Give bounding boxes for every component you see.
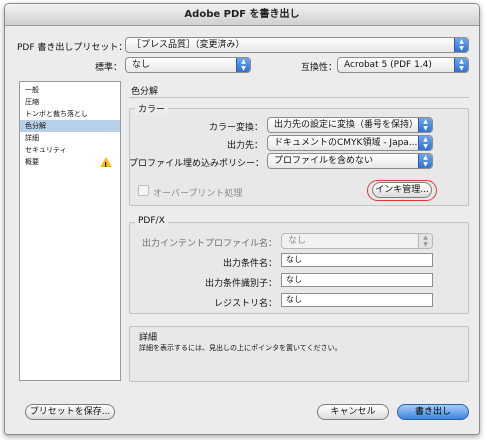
sidebar-item-label: セキュリティ <box>25 146 67 154</box>
output-intent-select[interactable]: なし ▲ ▼ <box>281 233 433 249</box>
export-button[interactable]: 書き出し <box>397 404 469 420</box>
details-group <box>129 326 469 382</box>
sidebar-item-compression[interactable]: 圧縮 <box>20 96 120 108</box>
sidebar-item-label: 色分解 <box>25 122 46 130</box>
sidebar-item-summary[interactable]: 概要 ! <box>20 156 120 169</box>
color-group-title: カラー <box>135 102 169 115</box>
standard-value: なし <box>132 60 151 70</box>
sidebar-item-label: 一般 <box>25 86 39 94</box>
profile-policy-label: プロファイル埋め込みポリシー： <box>129 159 265 169</box>
color-conversion-select[interactable]: 出力先の設定に変換（番号を保持） ▲ ▼ <box>267 117 433 133</box>
destination-select[interactable]: ドキュメントのCMYK領域 - Japa... ▲ ▼ <box>267 135 433 151</box>
popup-arrows-icon: ▲ ▼ <box>454 38 468 52</box>
sidebar-item-marks-bleeds[interactable]: トンボと裁ち落とし <box>20 108 120 120</box>
sidebar-item-output[interactable]: 色分解 <box>20 120 120 132</box>
output-intent-label: 出力インテントプロファイル名： <box>141 239 277 249</box>
sidebar-item-general[interactable]: 一般 <box>20 84 120 96</box>
panel-heading: 色分解 <box>131 87 159 97</box>
overprint-label: オーバープリント処理 <box>153 189 243 199</box>
popup-arrows-icon: ▲ ▼ <box>418 154 432 168</box>
preset-label: PDF 書き出しプリセット： <box>17 43 128 53</box>
details-text: 詳細を表示するには、見出しの上にポインタを置いてください。 <box>139 344 342 352</box>
destination-label: 出力先： <box>226 141 263 151</box>
compatibility-select[interactable]: Acrobat 5 (PDF 1.4) ▲ ▼ <box>337 57 469 73</box>
standard-label: 標準： <box>95 63 123 73</box>
compatibility-value: Acrobat 5 (PDF 1.4) <box>344 60 432 70</box>
registry-label: レジストリ名： <box>213 299 277 309</box>
cancel-button[interactable]: キャンセル <box>317 404 389 420</box>
details-title: 詳細 <box>139 333 158 343</box>
preset-select[interactable]: ［プレス品質］（変更済み） ▲ ▼ <box>125 37 469 53</box>
color-conversion-label: カラー変換： <box>208 123 263 133</box>
sidebar-item-label: 概要 <box>25 158 39 166</box>
output-intent-value: なし <box>288 236 307 246</box>
destination-value: ドキュメントのCMYK領域 - Japa... <box>274 138 418 148</box>
sidebar-item-label: 詳細 <box>25 134 39 142</box>
pdfx-group-title: PDF/X <box>135 216 168 226</box>
sidebar-item-security[interactable]: セキュリティ <box>20 144 120 156</box>
ink-manager-button[interactable]: インキ管理... <box>372 182 432 198</box>
sidebar-item-label: 圧縮 <box>25 98 39 106</box>
output-condition-label: 出力条件名： <box>222 259 277 269</box>
output-condition-id-label: 出力条件識別子： <box>204 279 277 289</box>
popup-arrows-icon: ▲ ▼ <box>418 118 432 132</box>
popup-arrows-icon: ▲ ▼ <box>418 234 432 248</box>
save-preset-button[interactable]: プリセットを保存... <box>25 404 115 420</box>
sidebar-item-advanced[interactable]: 詳細 <box>20 132 120 144</box>
registry-field[interactable]: なし <box>281 293 433 307</box>
output-condition-field[interactable]: なし <box>281 253 433 267</box>
color-conversion-value: 出力先の設定に変換（番号を保持） <box>274 120 419 130</box>
popup-arrows-icon: ▲ ▼ <box>236 58 250 72</box>
profile-policy-value: プロファイルを含めない <box>274 156 374 166</box>
preset-value: ［プレス品質］（変更済み） <box>132 40 245 50</box>
popup-arrows-icon: ▲ ▼ <box>418 136 432 150</box>
warning-icon: ! <box>100 157 112 169</box>
standard-select[interactable]: なし ▲ ▼ <box>125 57 251 73</box>
sidebar-item-label: トンボと裁ち落とし <box>25 110 88 118</box>
overprint-checkbox[interactable] <box>138 185 149 196</box>
heading-divider <box>129 97 469 98</box>
category-list: 一般 圧縮 トンボと裁ち落とし 色分解 詳細 セキュリティ 概要 ! <box>19 81 121 381</box>
export-dialog: Adobe PDF を書き出し PDF 書き出しプリセット： ［プレス品質］（変… <box>4 3 480 435</box>
dialog-title: Adobe PDF を書き出し <box>5 4 479 26</box>
compatibility-label: 互換性： <box>301 63 338 73</box>
popup-arrows-icon: ▲ ▼ <box>454 58 468 72</box>
output-condition-id-field[interactable]: なし <box>281 273 433 287</box>
profile-policy-select[interactable]: プロファイルを含めない ▲ ▼ <box>267 153 433 169</box>
